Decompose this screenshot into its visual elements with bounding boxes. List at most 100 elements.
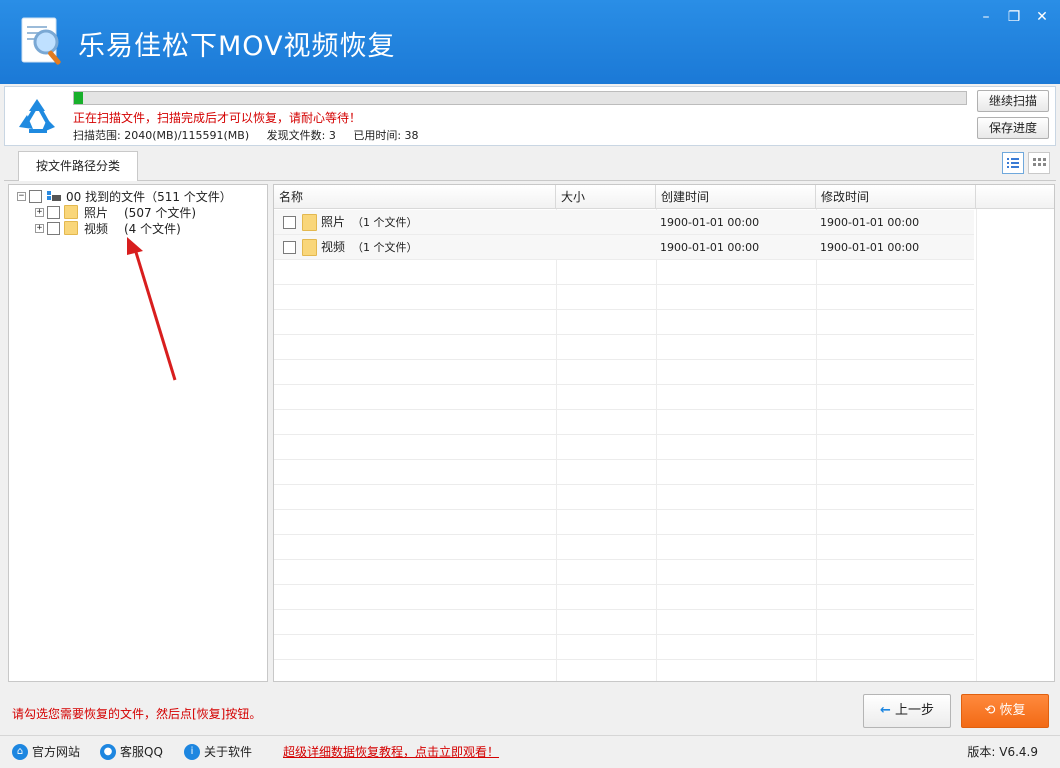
empty-row	[274, 410, 974, 435]
column-header-created[interactable]: 创建时间	[656, 185, 816, 209]
folder-icon	[302, 239, 317, 256]
empty-row	[274, 635, 974, 660]
title-bar: 乐易佳松下MOV视频恢复 – ❐ ✕	[0, 0, 1060, 84]
tree-item-videos[interactable]: + 视频 (4 个文件)	[35, 220, 181, 236]
row-created: 1900-01-01 00:00	[660, 241, 760, 254]
tree-item-name: 视频	[84, 221, 109, 236]
tree-item-checkbox[interactable]	[47, 221, 60, 235]
row-count: （1 个文件）	[352, 241, 418, 254]
official-website-link[interactable]: ⌂ 官方网站	[12, 743, 80, 760]
elapsed-time: 已用时间: 38	[353, 129, 419, 142]
tutorial-link[interactable]: 超级详细数据恢复教程，点击立即观看！	[283, 743, 499, 760]
expand-icon[interactable]: +	[35, 223, 44, 233]
scan-progress-bar	[73, 91, 967, 105]
tab-by-path[interactable]: 按文件路径分类	[18, 151, 138, 181]
empty-row	[274, 535, 974, 560]
list-view-icon[interactable]	[1002, 152, 1024, 174]
file-list[interactable]: 名称 大小 创建时间 修改时间 照片 （1 个文件） 1900-01-01 00…	[273, 184, 1055, 682]
empty-row	[274, 335, 974, 360]
column-separator	[656, 209, 657, 681]
recover-button[interactable]: ⟲ 恢复	[961, 694, 1049, 728]
official-website-label: 官方网站	[32, 745, 81, 759]
empty-row	[274, 260, 974, 285]
column-separator	[976, 209, 977, 681]
scan-range: 扫描范围: 2040(MB)/115591(MB)	[73, 129, 250, 142]
tree-item-name: 照片	[84, 205, 109, 220]
folder-tree[interactable]: − 00 找到的文件（511 个文件） + 照片 (507 个文件) + 视频 …	[8, 184, 268, 682]
support-qq-label: 客服QQ	[120, 745, 163, 759]
app-title: 乐易佳松下MOV视频恢复	[78, 31, 396, 62]
empty-row	[274, 385, 974, 410]
table-row[interactable]: 视频 （1 个文件） 1900-01-01 00:00 1900-01-01 0…	[274, 235, 974, 260]
row-name: 视频	[321, 240, 346, 254]
arrow-left-icon: ←	[879, 703, 891, 718]
home-icon: ⌂	[12, 743, 28, 760]
row-modified: 1900-01-01 00:00	[820, 216, 920, 229]
empty-row	[274, 460, 974, 485]
table-row[interactable]: 照片 （1 个文件） 1900-01-01 00:00 1900-01-01 0…	[274, 210, 974, 235]
folder-icon	[64, 221, 78, 235]
row-count: （1 个文件）	[352, 216, 418, 229]
info-icon: i	[184, 743, 200, 760]
scan-stats: 扫描范围: 2040(MB)/115591(MB) 发现文件数: 3 已用时间:…	[73, 127, 433, 143]
empty-row	[274, 585, 974, 610]
restore-icon[interactable]: ❐	[1004, 8, 1024, 26]
collapse-icon[interactable]: −	[17, 191, 26, 201]
row-created: 1900-01-01 00:00	[660, 216, 760, 229]
scan-status-panel: 正在扫描文件，扫描完成后才可以恢复，请耐心等待！ 扫描范围: 2040(MB)/…	[4, 86, 1056, 146]
column-header-name[interactable]: 名称	[274, 185, 556, 209]
row-modified: 1900-01-01 00:00	[820, 241, 920, 254]
column-header-size[interactable]: 大小	[556, 185, 656, 209]
folder-icon	[64, 205, 78, 219]
previous-button[interactable]: ← 上一步	[863, 694, 951, 728]
empty-row	[274, 360, 974, 385]
tree-item-photos[interactable]: + 照片 (507 个文件)	[35, 204, 196, 220]
qq-icon: ●	[100, 743, 116, 760]
tree-root-label: 00 找到的文件（511 个文件）	[66, 189, 232, 204]
empty-row	[274, 310, 974, 335]
row-checkbox[interactable]	[283, 216, 296, 229]
version-label: 版本: V6.4.9	[967, 745, 1038, 759]
refresh-icon: ⟲	[984, 703, 996, 718]
tree-root-checkbox[interactable]	[29, 189, 42, 203]
tree-item-checkbox[interactable]	[47, 205, 60, 219]
tab-divider	[4, 180, 1056, 181]
grid-view-icon[interactable]	[1028, 152, 1050, 174]
empty-row	[274, 610, 974, 635]
empty-row	[274, 510, 974, 535]
scan-message: 正在扫描文件，扫描完成后才可以恢复，请耐心等待！	[73, 111, 362, 125]
drive-icon	[47, 191, 61, 201]
column-separator	[556, 209, 557, 681]
tree-item-count: (507 个文件)	[124, 205, 197, 220]
folder-icon	[302, 214, 317, 231]
about-software-label: 关于软件	[204, 745, 253, 759]
previous-button-label: 上一步	[895, 703, 935, 718]
close-icon[interactable]: ✕	[1032, 8, 1052, 26]
found-count: 发现文件数: 3	[266, 129, 336, 142]
empty-row	[274, 485, 974, 510]
scan-progress-fill	[74, 92, 83, 104]
row-checkbox[interactable]	[283, 241, 296, 254]
app-logo-icon	[21, 17, 61, 65]
empty-row	[274, 660, 974, 681]
row-name: 照片	[321, 215, 346, 229]
column-separator	[816, 209, 817, 681]
minimize-icon[interactable]: –	[976, 8, 996, 26]
column-header-modified[interactable]: 修改时间	[816, 185, 976, 209]
expand-icon[interactable]: +	[35, 207, 44, 217]
annotation-arrow	[127, 237, 177, 381]
support-qq-link[interactable]: ● 客服QQ	[100, 743, 163, 760]
empty-row	[274, 560, 974, 585]
continue-scan-button[interactable]: 继续扫描	[977, 90, 1049, 112]
save-progress-button[interactable]: 保存进度	[977, 117, 1049, 139]
footer-divider	[0, 735, 1060, 736]
recover-button-label: 恢复	[999, 703, 1026, 718]
tree-item-count: (4 个文件)	[124, 221, 181, 236]
recycle-icon	[19, 99, 55, 133]
hint-text: 请勾选您需要恢复的文件，然后点[恢复]按钮。	[12, 707, 262, 721]
empty-row	[274, 435, 974, 460]
tree-root[interactable]: − 00 找到的文件（511 个文件）	[17, 188, 232, 204]
list-header: 名称 大小 创建时间 修改时间	[274, 185, 1054, 209]
empty-row	[274, 285, 974, 310]
about-software-link[interactable]: i 关于软件	[184, 743, 252, 760]
